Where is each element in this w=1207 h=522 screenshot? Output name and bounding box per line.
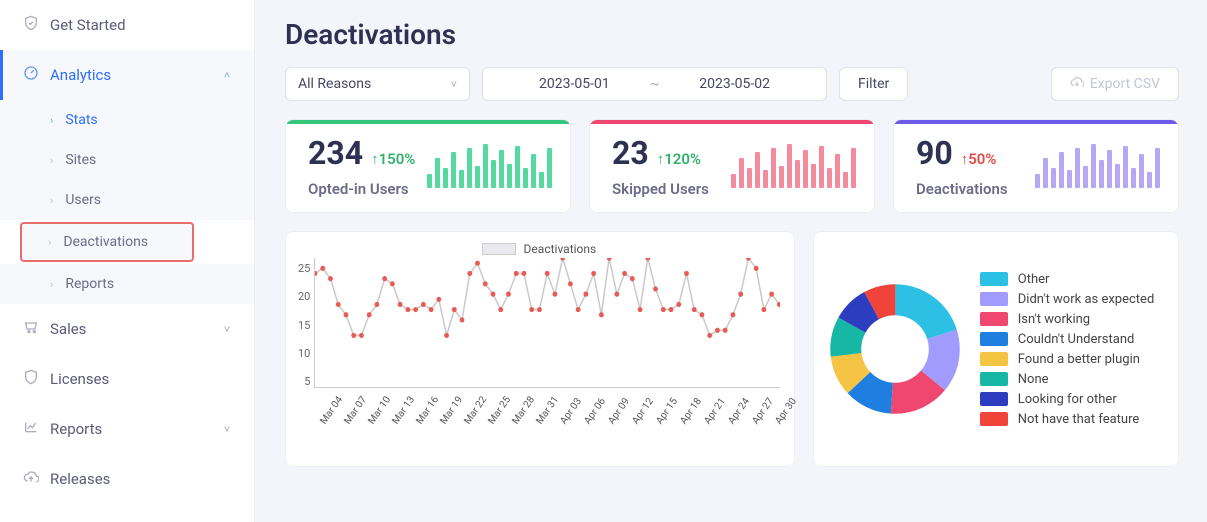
export-csv-button[interactable]: Export CSV [1051, 67, 1179, 101]
donut-chart [830, 284, 960, 414]
nav-sales[interactable]: Sales ˅ [0, 304, 254, 354]
sub-users[interactable]: ›Users [0, 180, 254, 220]
chart-icon [20, 419, 42, 439]
reason-select[interactable]: All Reasons ˅ [285, 67, 470, 101]
pie-chart-panel: Other Didn't work as expected Isn't workin… [813, 231, 1179, 467]
caret-icon: › [50, 154, 53, 167]
legend-item[interactable]: Not have that feature [980, 412, 1155, 427]
card-skipped: 23↑120% Skipped Users [589, 119, 875, 213]
chevron-down-icon: ˅ [451, 78, 457, 91]
nav-reports[interactable]: Reports ˅ [0, 404, 254, 454]
nav-label: Licenses [50, 370, 234, 388]
y-axis: 252015105 [298, 258, 314, 388]
chevron-down-icon: ˅ [220, 423, 234, 436]
caret-icon: › [50, 114, 53, 127]
x-axis: Mar 04Mar 07Mar 10Mar 13Mar 16Mar 19Mar … [314, 388, 779, 403]
legend-swatch-icon [980, 312, 1008, 326]
shield-icon [20, 369, 42, 389]
legend-swatch-icon [980, 412, 1008, 426]
sub-reports[interactable]: ›Reports [0, 264, 254, 304]
legend-swatch-icon [482, 243, 516, 255]
legend-swatch-icon [980, 332, 1008, 346]
legend-item[interactable]: Found a better plugin [980, 352, 1155, 367]
caret-icon: › [50, 194, 53, 207]
legend-item[interactable]: Looking for other [980, 392, 1155, 407]
legend-swatch-icon [980, 352, 1008, 366]
sub-deactivations[interactable]: ›Deactivations [20, 222, 194, 262]
legend-item[interactable]: Isn't working [980, 312, 1155, 327]
filter-bar: All Reasons ˅ 2023-05-01 ~ 2023-05-02 Fi… [285, 67, 1179, 101]
nav-label: Analytics [50, 66, 220, 84]
line-chart [314, 258, 779, 388]
date-to: 2023-05-02 [699, 76, 770, 92]
nav-label: Sales [50, 320, 220, 338]
sparkline-icon [427, 144, 552, 188]
nav-label: Reports [50, 420, 220, 438]
sidebar: Get Started Analytics ˄ ›Stats ›Sites ›U… [0, 0, 255, 522]
nav-licenses[interactable]: Licenses [0, 354, 254, 404]
filter-button[interactable]: Filter [839, 67, 908, 101]
stat-cards: 234↑150% Opted-in Users 23↑120% Skipped … [285, 119, 1179, 213]
nav-get-started[interactable]: Get Started [0, 0, 254, 50]
caret-icon: › [48, 236, 51, 249]
tilde-icon: ~ [650, 76, 660, 92]
nav-label: Get Started [50, 16, 234, 34]
lower-panels: Deactivations 252015105 Mar 04Mar 07Mar … [285, 231, 1179, 467]
line-chart-panel: Deactivations 252015105 Mar 04Mar 07Mar … [285, 231, 795, 467]
page-title: Deactivations [285, 18, 1179, 51]
nav-analytics[interactable]: Analytics ˄ [0, 50, 254, 100]
sub-stats[interactable]: ›Stats [0, 100, 254, 140]
legend-item[interactable]: Other [980, 272, 1155, 287]
sparkline-icon [731, 144, 856, 188]
chevron-up-icon: ˄ [220, 69, 234, 82]
legend-swatch-icon [980, 292, 1008, 306]
sub-sites[interactable]: ›Sites [0, 140, 254, 180]
date-range-picker[interactable]: 2023-05-01 ~ 2023-05-02 [482, 67, 827, 101]
main-content: Deactivations All Reasons ˅ 2023-05-01 ~… [255, 0, 1207, 522]
shield-check-icon [20, 15, 42, 35]
caret-icon: › [50, 278, 53, 291]
card-deactivations: 90↑50% Deactivations [893, 119, 1179, 213]
pie-legend: Other Didn't work as expected Isn't workin… [980, 272, 1155, 427]
upload-cloud-icon [20, 469, 42, 489]
nav-releases[interactable]: Releases [0, 454, 254, 504]
cart-icon [20, 319, 42, 339]
card-opted-in: 234↑150% Opted-in Users [285, 119, 571, 213]
legend-item[interactable]: Didn't work as expected [980, 292, 1155, 307]
legend-item[interactable]: Couldn't Understand [980, 332, 1155, 347]
gauge-icon [20, 65, 42, 85]
chevron-down-icon: ˅ [220, 323, 234, 336]
legend-swatch-icon [980, 372, 1008, 386]
legend-item[interactable]: None [980, 372, 1155, 387]
date-from: 2023-05-01 [539, 76, 610, 92]
legend-swatch-icon [980, 392, 1008, 406]
nav-label: Releases [50, 470, 234, 488]
sparkline-icon [1035, 144, 1160, 188]
legend-swatch-icon [980, 272, 1008, 286]
cloud-download-icon [1070, 75, 1084, 93]
chart-legend: Deactivations [298, 242, 780, 256]
